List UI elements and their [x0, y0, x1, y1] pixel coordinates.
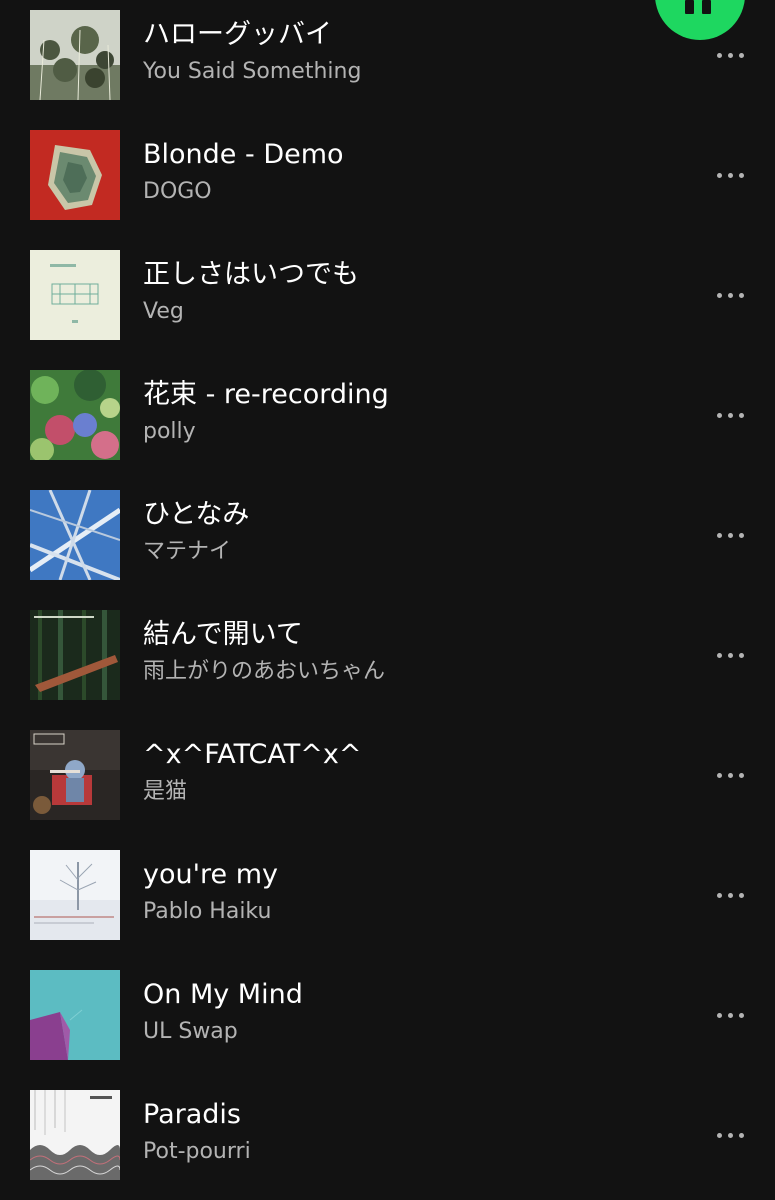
- track-title: you're my: [143, 859, 279, 890]
- track-row[interactable]: ^x^FATCAT^x^ 是猫: [0, 720, 775, 840]
- album-cover: [30, 250, 120, 340]
- track-artist: Pablo Haiku: [143, 899, 272, 924]
- more-options-button[interactable]: [700, 750, 760, 800]
- track-artist: UL Swap: [143, 1019, 238, 1044]
- more-options-button[interactable]: [700, 990, 760, 1040]
- track-title: ひとなみ: [143, 499, 250, 530]
- track-title: 正しさはいつでも: [143, 259, 359, 290]
- track-artist: polly: [143, 419, 196, 444]
- album-cover: [30, 130, 120, 220]
- album-cover: [30, 730, 120, 820]
- album-cover: [30, 370, 120, 460]
- track-title: 花束 - re-recording: [143, 379, 389, 410]
- more-horizontal-icon: [716, 532, 744, 538]
- track-row[interactable]: On My Mind UL Swap: [0, 960, 775, 1080]
- album-cover: [30, 610, 120, 700]
- album-cover: [30, 10, 120, 100]
- track-row[interactable]: Paradis Pot-pourri: [0, 1080, 775, 1200]
- track-title: On My Mind: [143, 979, 303, 1010]
- track-artist: 雨上がりのあおいちゃん: [143, 659, 386, 684]
- more-horizontal-icon: [716, 1132, 744, 1138]
- more-options-button[interactable]: [700, 390, 760, 440]
- track-row[interactable]: Blonde - Demo DOGO: [0, 120, 775, 240]
- album-cover: [30, 1090, 120, 1180]
- track-artist: マテナイ: [143, 539, 232, 564]
- more-options-button[interactable]: [700, 630, 760, 680]
- track-artist: DOGO: [143, 179, 212, 204]
- track-title: 結んで開いて: [143, 619, 303, 650]
- track-title: Blonde - Demo: [143, 139, 344, 170]
- more-horizontal-icon: [716, 172, 744, 178]
- more-horizontal-icon: [716, 652, 744, 658]
- track-row[interactable]: you're my Pablo Haiku: [0, 840, 775, 960]
- track-row[interactable]: 正しさはいつでも Veg: [0, 240, 775, 360]
- more-horizontal-icon: [716, 772, 744, 778]
- track-title: ^x^FATCAT^x^: [143, 739, 362, 770]
- more-options-button[interactable]: [700, 150, 760, 200]
- more-horizontal-icon: [716, 292, 744, 298]
- more-horizontal-icon: [716, 52, 744, 58]
- more-options-button[interactable]: [700, 270, 760, 320]
- track-row[interactable]: 花束 - re-recording polly: [0, 360, 775, 480]
- track-row[interactable]: ハローグッバイ You Said Something: [0, 0, 775, 120]
- album-cover: [30, 850, 120, 940]
- more-horizontal-icon: [716, 892, 744, 898]
- track-artist: 是猫: [143, 779, 188, 804]
- track-artist: You Said Something: [143, 59, 362, 84]
- track-title: Paradis: [143, 1099, 241, 1130]
- more-horizontal-icon: [716, 412, 744, 418]
- album-cover: [30, 970, 120, 1060]
- more-options-button[interactable]: [700, 870, 760, 920]
- pause-icon: [685, 0, 715, 20]
- more-options-button[interactable]: [700, 510, 760, 560]
- more-horizontal-icon: [716, 1012, 744, 1018]
- track-row[interactable]: ひとなみ マテナイ: [0, 480, 775, 600]
- track-title: ハローグッバイ: [143, 19, 332, 50]
- track-row[interactable]: 結んで開いて 雨上がりのあおいちゃん: [0, 600, 775, 720]
- track-artist: Veg: [143, 299, 184, 324]
- more-options-button[interactable]: [700, 1110, 760, 1160]
- album-cover: [30, 490, 120, 580]
- track-artist: Pot-pourri: [143, 1139, 251, 1164]
